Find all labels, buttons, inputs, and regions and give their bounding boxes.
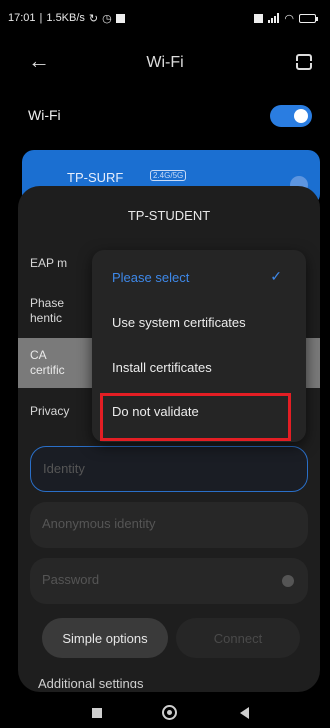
back-triangle-icon[interactable] [240, 707, 249, 719]
eap-method-label[interactable]: EAP m [30, 256, 67, 271]
ca-label-line2: certific [30, 363, 65, 377]
password-field[interactable]: Password [30, 558, 308, 604]
simple-options-button[interactable]: Simple options [42, 618, 168, 658]
password-placeholder: Password [42, 572, 100, 587]
connect-button[interactable]: Connect [176, 618, 300, 658]
navigation-bar [0, 700, 330, 728]
identity-field[interactable]: Identity [30, 446, 308, 492]
eye-icon[interactable] [282, 575, 294, 587]
wifi-toggle[interactable] [270, 105, 312, 127]
status-speed: 1.5KB/s [46, 12, 85, 24]
dropdown-option-label: Install certificates [112, 360, 212, 375]
phase2-label-line2[interactable]: hentic [30, 311, 62, 326]
title-bar: ← Wi-Fi [0, 44, 330, 80]
sync-icon: ↻ [88, 12, 99, 25]
qr-scan-icon[interactable] [294, 54, 314, 70]
battery-icon [299, 13, 318, 23]
band-badge: 2.4G/5G [150, 170, 187, 181]
wifi-label: Wi-Fi [28, 107, 61, 123]
identity-placeholder: Identity [43, 461, 85, 476]
alarm-icon: ◷ [102, 12, 112, 25]
recents-icon[interactable] [92, 708, 102, 718]
sim-icon [254, 13, 264, 23]
status-time: 17:01 [8, 12, 36, 24]
highlight-box [100, 393, 291, 441]
dropdown-option-install-certificates[interactable]: Install certificates [92, 348, 306, 388]
page-title: Wi-Fi [146, 54, 184, 71]
dropdown-option-label: Use system certificates [112, 315, 246, 330]
dropdown-option-label: Please select [112, 270, 190, 285]
anonymous-identity-placeholder: Anonymous identity [42, 516, 156, 531]
ca-label-line1: CA [30, 348, 47, 362]
dropdown-option-system-certificates[interactable]: Use system certificates [92, 303, 306, 343]
signal-icon [268, 13, 280, 23]
status-bar: 17:01 | 1.5KB/s ↻ ◷ ◠ [0, 0, 330, 36]
checkmark-icon: ✓ [270, 268, 282, 284]
dialog-title: TP-STUDENT [127, 208, 211, 223]
wifi-status-icon: ◠ [284, 12, 294, 25]
additional-settings-label[interactable]: Additional settings [38, 676, 144, 688]
home-icon[interactable] [162, 705, 177, 720]
privacy-label[interactable]: Privacy [30, 404, 69, 419]
notification-icon [115, 13, 125, 23]
network-name: TP-SURF [67, 170, 124, 185]
anonymous-identity-field[interactable]: Anonymous identity [30, 502, 308, 548]
dropdown-option-please-select[interactable]: Please select ✓ [92, 258, 306, 298]
phase2-label-line1[interactable]: Phase [30, 296, 64, 311]
wifi-toggle-row[interactable]: Wi-Fi [0, 100, 330, 130]
